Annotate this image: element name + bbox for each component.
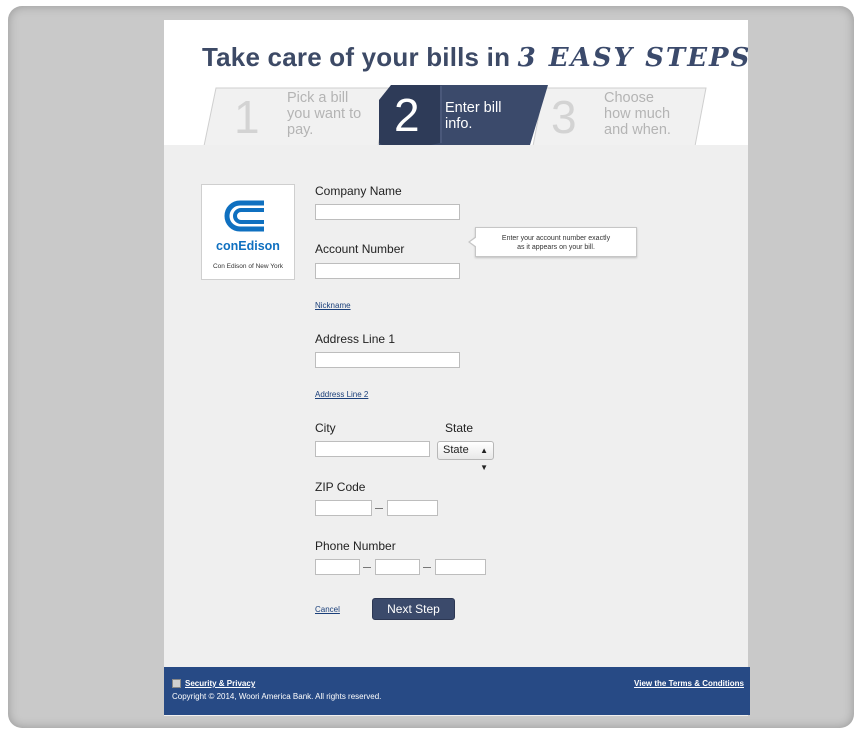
company-name-input[interactable] (315, 204, 460, 220)
biller-name: conEdison (216, 239, 280, 253)
city-label: City (315, 421, 336, 435)
tooltip-line-2: as it appears on your bill. (517, 244, 595, 251)
state-select[interactable]: State ▲ ▼ (437, 441, 494, 472)
step-1-label: Pick a bill you want to pay. (287, 90, 362, 138)
account-number-label: Account Number (315, 242, 405, 256)
phone-area-input[interactable] (315, 559, 360, 575)
company-name-label: Company Name (315, 184, 402, 198)
step-1-number: 1 (234, 91, 260, 143)
page-container: Take care of your bills in 3 EASY STEPS.… (164, 20, 748, 716)
step-3-label: Choose how much and when. (604, 90, 671, 138)
biller-subtitle: Con Edison of New York (212, 263, 284, 270)
phone-number-label: Phone Number (315, 539, 396, 553)
lock-icon (172, 679, 181, 688)
state-select-value: State (443, 444, 469, 456)
account-number-input[interactable] (315, 263, 460, 279)
phone-line-input[interactable] (435, 559, 486, 575)
city-input[interactable] (315, 441, 430, 457)
step-2-label: Enter bill info. (445, 100, 502, 132)
nickname-link[interactable]: Nickname (315, 301, 351, 310)
conedison-logo-icon (224, 200, 264, 232)
next-step-button[interactable]: Next Step (372, 598, 455, 620)
step-3-number: 3 (551, 91, 577, 143)
phone-dash-1 (363, 567, 371, 568)
step-2-number: 2 (394, 89, 420, 141)
account-number-tooltip: Enter your account number exactly as it … (468, 227, 637, 257)
chevron-updown-icon: ▲ ▼ (480, 446, 488, 472)
biller-logo-card: conEdison Con Edison of New York (201, 184, 295, 280)
copyright-text: Copyright © 2014, Woori America Bank. Al… (172, 692, 382, 701)
zip-code-label: ZIP Code (315, 480, 366, 494)
security-privacy-link[interactable]: Security & Privacy (185, 679, 255, 688)
footer-bar: Security & Privacy Copyright © 2014, Woo… (164, 667, 750, 715)
cancel-link[interactable]: Cancel (315, 605, 340, 614)
steps-banner: Take care of your bills in 3 EASY STEPS.… (164, 20, 748, 145)
zip-dash (375, 508, 383, 509)
phone-prefix-input[interactable] (375, 559, 420, 575)
address-line-1-label: Address Line 1 (315, 332, 396, 346)
address-line-2-link[interactable]: Address Line 2 (315, 390, 368, 399)
zip-code-input-1[interactable] (315, 500, 372, 516)
terms-conditions-link[interactable]: View the Terms & Conditions (634, 679, 744, 688)
phone-dash-2 (423, 567, 431, 568)
tooltip-line-1: Enter your account number exactly (501, 235, 611, 242)
state-label: State (445, 421, 474, 435)
zip-code-input-2[interactable] (387, 500, 438, 516)
address-line-1-input[interactable] (315, 352, 460, 368)
